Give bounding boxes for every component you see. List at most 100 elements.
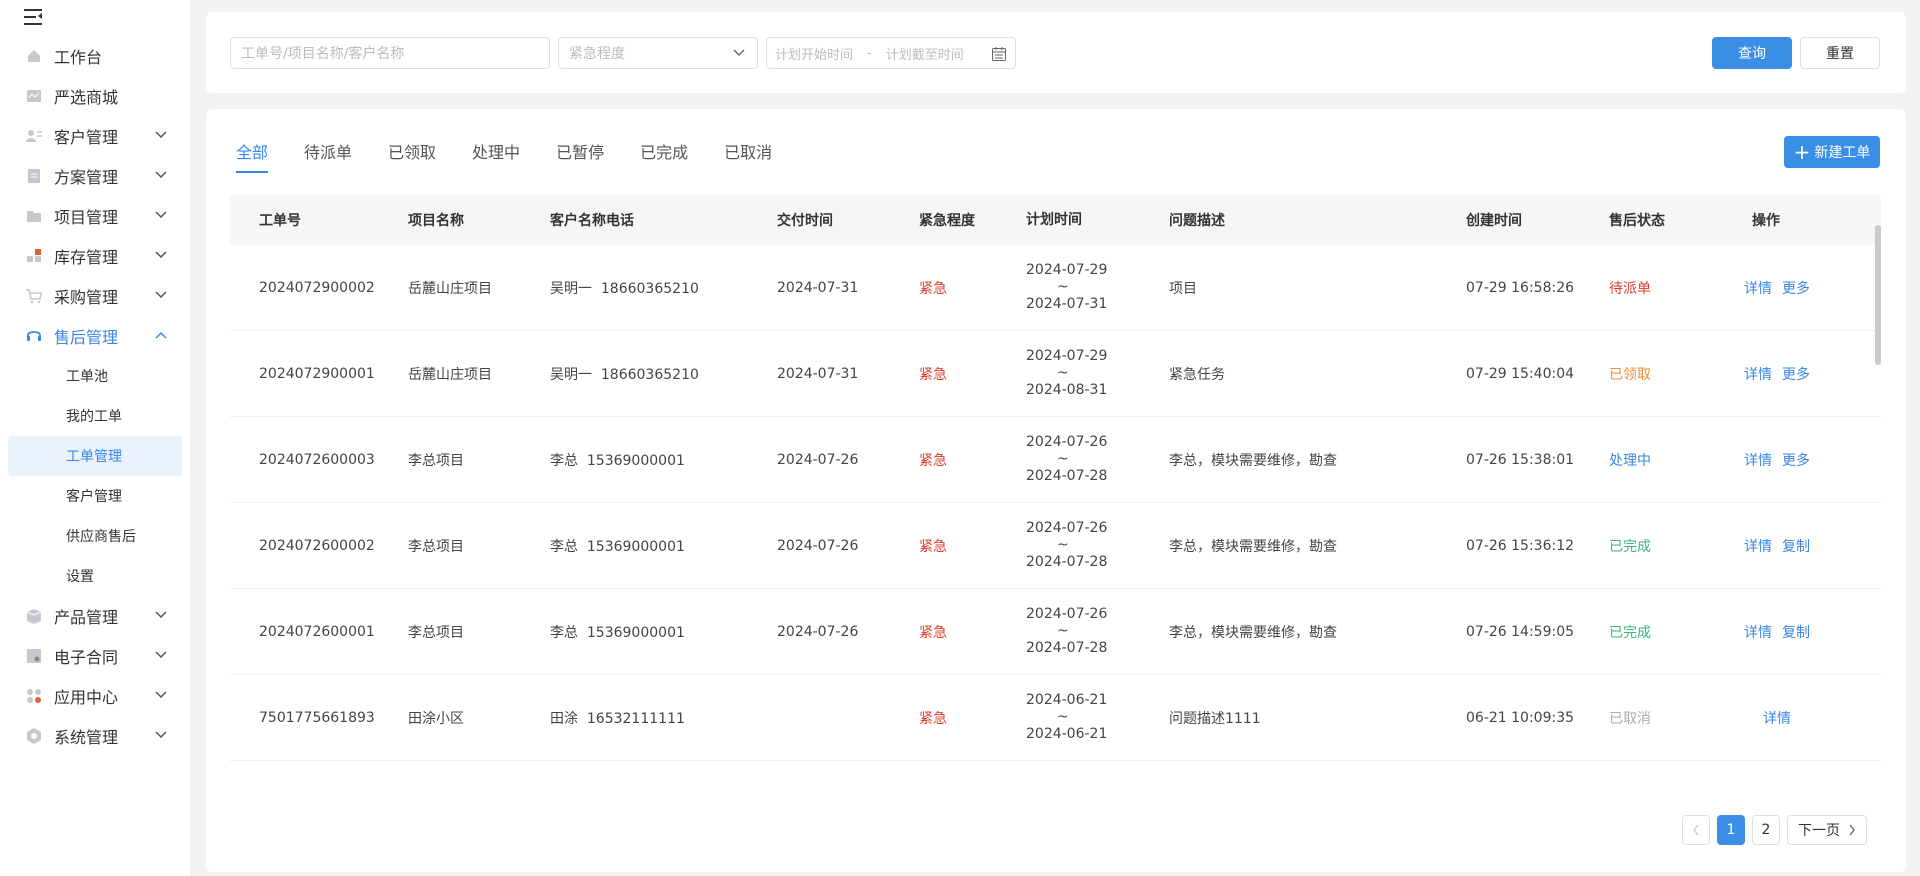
row-action-link[interactable]: 详情 [1744, 367, 1772, 383]
issue-description: 项目 [1169, 280, 1197, 297]
status-badge: 待派单 [1609, 280, 1651, 297]
row-actions: 详情 更多 [1717, 278, 1837, 298]
column-header: 客户名称电话 [550, 213, 634, 229]
chevron-down-icon [155, 211, 167, 219]
row-action-link[interactable]: 更多 [1782, 453, 1810, 469]
row-actions: 详情 [1717, 708, 1837, 728]
filter-bar: 工单号/项目名称/客户名称 紧急程度 计划开始时间 - 计划截至时间 查询 重置 [206, 12, 1906, 93]
table-header: 工单号 项目名称 客户名称电话 交付时间 紧急程度 计划时间 问题描述 创建时间 售后状态 操作 [230, 195, 1881, 245]
order-id: 2024072900001 [259, 365, 375, 382]
order-id: 2024072900002 [259, 279, 375, 296]
sidebar-item-home[interactable]: 工作台 [8, 36, 182, 76]
sidebar-subitem[interactable]: 工单池 [8, 356, 182, 396]
next-page-button[interactable]: 下一页 [1787, 815, 1867, 845]
sidebar-subitem[interactable]: 设置 [8, 556, 182, 596]
sidebar-item-apps[interactable]: 应用中心 [8, 676, 182, 716]
sidebar-subitem[interactable]: 工单管理 [8, 436, 182, 476]
plan-period: 2024-07-26 ~2024-07-28 [1026, 434, 1169, 485]
plan-end: 2024-07-28 [1026, 468, 1108, 484]
row-action-link[interactable]: 更多 [1782, 281, 1810, 297]
row-action-link[interactable]: 详情 [1744, 539, 1772, 555]
plan-range-tilde: ~ [1057, 709, 1069, 725]
reset-button[interactable]: 重置 [1800, 37, 1880, 69]
column-header: 计划时间 [1026, 211, 1082, 228]
sidebar: 工作台 严选商城 客户管理 方案管理 项目管理 库存管理 采购管理 售后管理 工单池 我的工单 工单… [0, 0, 190, 876]
urgency-level: 紧急 [919, 366, 947, 383]
status-badge: 处理中 [1609, 452, 1651, 469]
order-id: 7501775661893 [259, 709, 375, 726]
sidebar-item-cart[interactable]: 采购管理 [8, 276, 182, 316]
tab-5[interactable]: 已完成 [640, 139, 688, 173]
plan-date-range[interactable]: 计划开始时间 - 计划截至时间 [766, 37, 1016, 69]
tab-2[interactable]: 已领取 [388, 139, 436, 173]
headset-icon [25, 327, 43, 345]
sidebar-item-label: 采购管理 [54, 288, 119, 307]
sidebar-subitem[interactable]: 我的工单 [8, 396, 182, 436]
pagination: 1 2 下一页 [1682, 815, 1867, 845]
tab-6[interactable]: 已取消 [724, 139, 772, 173]
sidebar-item-label: 项目管理 [54, 208, 119, 227]
table-row: 2024072900001 岳麓山庄项目 吴明一 18660365210 2024-0… [230, 331, 1881, 417]
sidebar-item-box[interactable]: 产品管理 [8, 596, 182, 636]
page-button[interactable]: 1 [1717, 815, 1745, 845]
plan-start: 2024-07-26 [1026, 606, 1108, 622]
sidebar-item-contract[interactable]: 电子合同 [8, 636, 182, 676]
apps-icon [25, 687, 43, 705]
next-page-label: 下一页 [1798, 823, 1840, 839]
page-button[interactable]: 2 [1752, 815, 1780, 845]
new-order-label: 新建工单 [1814, 145, 1871, 161]
tab-1[interactable]: 待派单 [304, 139, 352, 173]
cart-icon [25, 287, 43, 305]
sidebar-subitem[interactable]: 供应商售后 [8, 516, 182, 556]
row-action-link[interactable]: 详情 [1744, 281, 1772, 297]
row-action-link[interactable]: 详情 [1763, 711, 1791, 727]
plan-start: 2024-07-26 [1026, 434, 1108, 450]
row-action-link[interactable]: 详情 [1744, 625, 1772, 641]
sidebar-item-settings[interactable]: 系统管理 [8, 716, 182, 756]
table-row: 2024072600003 李总项目 李总 15369000001 2024-07-2… [230, 417, 1881, 503]
tab-0[interactable]: 全部 [236, 139, 269, 173]
tab-3[interactable]: 处理中 [472, 139, 520, 173]
chevron-down-icon [155, 731, 167, 739]
tab-4[interactable]: 已暂停 [556, 139, 604, 173]
row-action-link[interactable]: 复制 [1782, 539, 1810, 555]
sidebar-item-folder[interactable]: 项目管理 [8, 196, 182, 236]
query-button[interactable]: 查询 [1712, 37, 1792, 69]
column-header: 交付时间 [777, 213, 833, 229]
menu-fold-icon[interactable] [24, 8, 44, 26]
plan-end: 2024-08-31 [1026, 382, 1108, 398]
project-name: 岳麓山庄项目 [408, 366, 492, 383]
search-input[interactable]: 工单号/项目名称/客户名称 [230, 37, 550, 69]
sidebar-item-inventory[interactable]: 库存管理 [8, 236, 182, 276]
urgency-placeholder: 紧急程度 [569, 46, 625, 62]
urgency-select[interactable]: 紧急程度 [558, 37, 758, 69]
chevron-down-icon [155, 171, 167, 179]
row-action-link[interactable]: 复制 [1782, 625, 1810, 641]
table-scrollbar[interactable] [1875, 225, 1881, 365]
sidebar-item-headset[interactable]: 售后管理 [8, 316, 182, 356]
row-action-link[interactable]: 详情 [1744, 453, 1772, 469]
column-header: 售后状态 [1609, 213, 1665, 229]
plan-start: 2024-06-21 [1026, 692, 1108, 708]
issue-description: 李总，模块需要维修，勘查 [1169, 624, 1337, 641]
customer-contact: 吴明一 18660365210 [550, 366, 699, 383]
new-order-button[interactable]: + 新建工单 [1784, 136, 1880, 168]
prev-page-button[interactable] [1682, 815, 1710, 845]
urgency-level: 紧急 [919, 624, 947, 641]
chevron-down-icon [155, 691, 167, 699]
chevron-down-icon [155, 651, 167, 659]
order-id: 2024072600002 [259, 537, 375, 554]
sidebar-item-plan[interactable]: 方案管理 [8, 156, 182, 196]
sidebar-subitem[interactable]: 客户管理 [8, 476, 182, 516]
sidebar-item-customer[interactable]: 客户管理 [8, 116, 182, 156]
delivery-date: 2024-07-31 [777, 279, 859, 296]
sidebar-item-mall[interactable]: 严选商城 [8, 76, 182, 116]
contract-icon [25, 647, 43, 665]
chevron-right-icon [1849, 824, 1855, 836]
row-action-link[interactable]: 更多 [1782, 367, 1810, 383]
status-badge: 已完成 [1609, 624, 1651, 641]
plan-range-tilde: ~ [1057, 451, 1069, 467]
table-body: 2024072900002 岳麓山庄项目 吴明一 18660365210 2024-0… [230, 245, 1881, 761]
customer-contact: 李总 15369000001 [550, 624, 685, 641]
sidebar-item-label: 方案管理 [54, 168, 119, 187]
